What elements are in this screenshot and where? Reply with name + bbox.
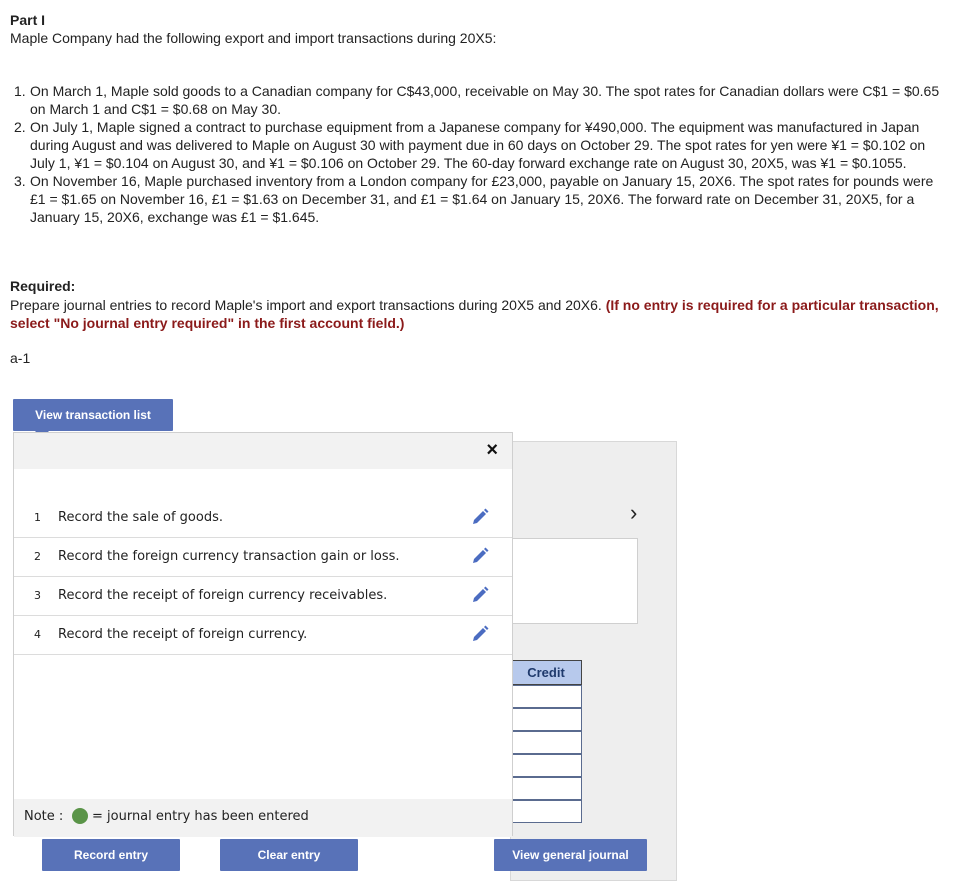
transaction-problem-list: 1. On March 1, Maple sold goods to a Cana… [14, 82, 949, 226]
close-icon[interactable]: × [486, 439, 498, 462]
legend-note: Note : = journal entry has been entered [14, 799, 512, 837]
transaction-number: 1 [34, 511, 41, 524]
credit-input[interactable] [510, 685, 582, 708]
transaction-number: 3 [34, 589, 41, 602]
clear-entry-button[interactable]: Clear entry [220, 839, 358, 871]
pencil-icon[interactable] [470, 546, 490, 566]
problem-number: 3. [14, 173, 26, 189]
pencil-icon[interactable] [470, 585, 490, 605]
problem-text: On November 16, Maple purchased inventor… [30, 173, 934, 225]
section-label: a-1 [10, 350, 31, 366]
note-text: = journal entry has been entered [92, 809, 309, 824]
problem-item: 3. On November 16, Maple purchased invent… [14, 172, 949, 226]
credit-input[interactable] [510, 708, 582, 731]
required-title: Required: [10, 278, 76, 294]
transaction-number: 4 [34, 628, 41, 641]
problem-item: 2. On July 1, Maple signed a contract to … [14, 118, 949, 172]
next-arrow-icon[interactable]: › [630, 500, 637, 526]
entered-indicator-icon [72, 808, 88, 824]
part-title: Part I [10, 12, 46, 28]
transaction-description: Record the foreign currency transaction … [58, 549, 400, 564]
transaction-row[interactable]: 4 Record the receipt of foreign currency… [14, 616, 512, 655]
problem-number: 1. [14, 83, 26, 99]
problem-text: On July 1, Maple signed a contract to pu… [30, 119, 926, 171]
credit-input[interactable] [510, 731, 582, 754]
transaction-list-popup: × 1 Record the sale of goods. 2 Record t… [13, 432, 513, 837]
view-transaction-list-button[interactable]: View transaction list [13, 399, 173, 438]
popup-header: × [14, 433, 512, 469]
credit-column-header: Credit [510, 660, 582, 685]
credit-input[interactable] [510, 777, 582, 800]
transaction-row[interactable]: 2 Record the foreign currency transactio… [14, 538, 512, 577]
transaction-row[interactable]: 1 Record the sale of goods. [14, 499, 512, 538]
entry-description-box [510, 538, 638, 624]
transaction-number: 2 [34, 550, 41, 563]
problem-number: 2. [14, 119, 26, 135]
transaction-description: Record the sale of goods. [58, 510, 223, 525]
pencil-icon[interactable] [470, 624, 490, 644]
transaction-description: Record the receipt of foreign currency. [58, 627, 308, 642]
note-label: Note : [24, 809, 64, 824]
required-text: Prepare journal entries to record Maple'… [10, 297, 602, 313]
credit-input[interactable] [510, 754, 582, 777]
problem-item: 1. On March 1, Maple sold goods to a Cana… [14, 82, 949, 118]
transaction-description: Record the receipt of foreign currency r… [58, 588, 388, 603]
required-instructions: Prepare journal entries to record Maple'… [10, 296, 955, 332]
record-entry-button[interactable]: Record entry [42, 839, 180, 871]
pencil-icon[interactable] [470, 507, 490, 527]
credit-input[interactable] [510, 800, 582, 823]
problem-text: On March 1, Maple sold goods to a Canadi… [30, 83, 940, 117]
view-general-journal-button[interactable]: View general journal [494, 839, 647, 871]
intro-text: Maple Company had the following export a… [10, 30, 497, 46]
transaction-row[interactable]: 3 Record the receipt of foreign currency… [14, 577, 512, 616]
